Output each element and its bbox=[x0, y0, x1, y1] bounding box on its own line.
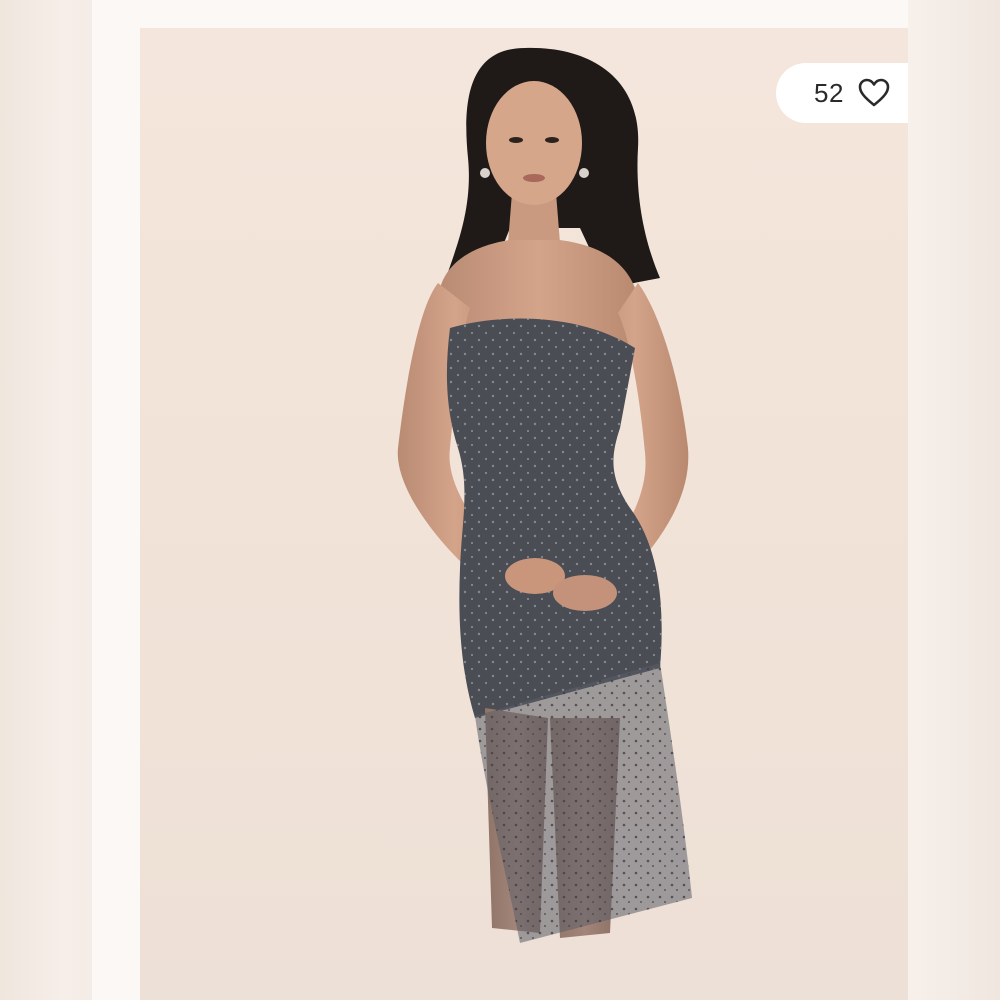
listing-image-viewer: 52 bbox=[0, 0, 1000, 1000]
like-count: 52 bbox=[814, 77, 844, 108]
blurred-background-right bbox=[908, 0, 1000, 1000]
blurred-background-left bbox=[0, 0, 140, 1000]
product-photo[interactable] bbox=[140, 28, 908, 1000]
heart-outline-icon[interactable] bbox=[858, 78, 890, 108]
top-margin bbox=[92, 0, 908, 28]
model-illustration bbox=[397, 47, 692, 943]
like-button[interactable]: 52 bbox=[776, 63, 908, 123]
